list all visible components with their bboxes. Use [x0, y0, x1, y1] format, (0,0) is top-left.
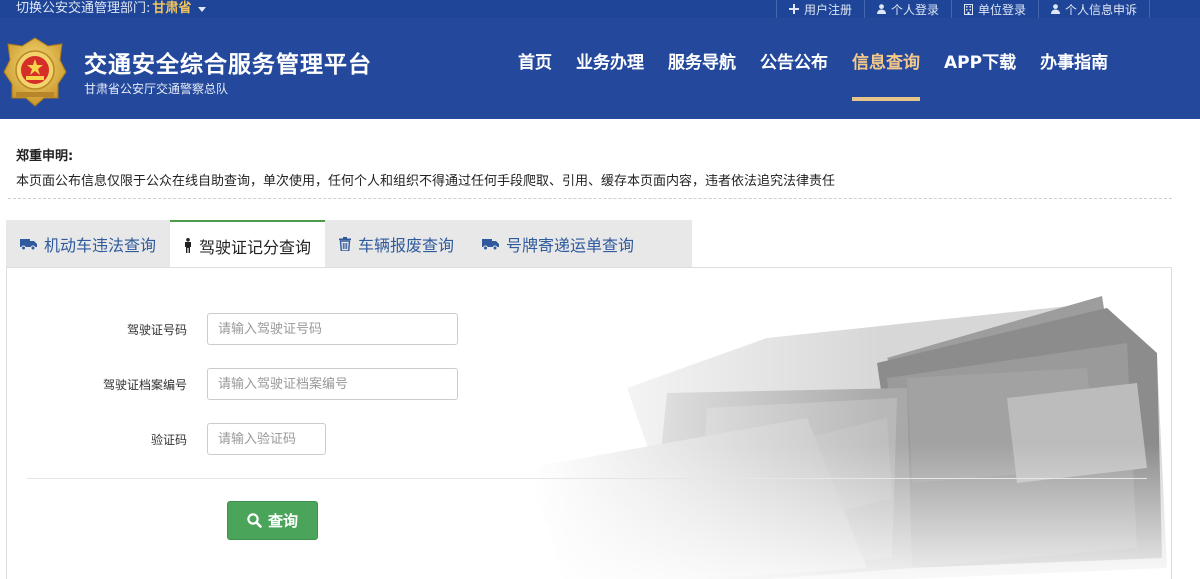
query-panel: 驾驶证号码 驾驶证档案编号 验证码 查询	[6, 267, 1172, 579]
trash-icon	[339, 237, 352, 251]
personal-appeal-link[interactable]: 个人信息申诉	[1037, 0, 1150, 18]
account-links: 用户注册 个人登录 单位登录 个人信息申诉	[775, 0, 1150, 18]
tab-vehicle-violation-label: 机动车违法查询	[44, 236, 157, 255]
archive-number-input[interactable]	[207, 368, 458, 400]
top-utility-bar: 切换公安交通管理部门: 甘肃省 用户注册 个人登录 单位登录 个人信息申诉	[0, 0, 1200, 18]
captcha-label: 验证码	[150, 432, 187, 447]
nav-app-download[interactable]: APP下载	[932, 44, 1028, 119]
personal-appeal-link-label: 个人信息申诉	[1064, 2, 1137, 17]
register-link[interactable]: 用户注册	[775, 0, 864, 18]
police-emblem-icon[interactable]	[2, 36, 68, 108]
tab-vehicle-violation[interactable]: 机动车违法查询	[6, 220, 170, 268]
license-number-row: 驾驶证号码	[7, 313, 458, 345]
personal-login-link[interactable]: 个人登录	[863, 0, 951, 18]
notice-text: 本页面公布信息仅限于公众在线自助查询，单次使用，任何个人和组织不得通过任何手段爬…	[16, 174, 836, 189]
user-icon	[1050, 4, 1060, 14]
captcha-row: 验证码	[7, 423, 326, 455]
truck-icon	[482, 239, 500, 250]
tab-license-points-label: 驾驶证记分查询	[199, 237, 312, 257]
region-switcher-label: 切换公安交通管理部门:	[16, 1, 151, 16]
plus-icon	[788, 4, 799, 14]
nav-business[interactable]: 业务办理	[564, 44, 656, 119]
tab-license-points[interactable]: 驾驶证记分查询	[170, 220, 326, 269]
building-icon	[963, 3, 973, 15]
search-icon	[247, 513, 262, 528]
organization-login-link[interactable]: 单位登录	[950, 0, 1038, 18]
license-number-input[interactable]	[207, 313, 458, 345]
legal-notice: 郑重申明: 本页面公布信息仅限于公众在线自助查询，单次使用，任何个人和组织不得通…	[16, 145, 1172, 189]
region-current-province[interactable]: 甘肃省	[152, 1, 191, 17]
nav-service-guide[interactable]: 服务导航	[656, 44, 748, 119]
tab-plate-delivery[interactable]: 号牌寄递运单查询	[468, 220, 648, 268]
license-number-label: 驾驶证号码	[126, 322, 187, 337]
region-switcher[interactable]: 切换公安交通管理部门: 甘肃省	[16, 0, 207, 18]
query-tabs: 机动车违法查询 驾驶证记分查询 车辆报废查询 号牌寄递运单查询	[6, 220, 692, 269]
archive-number-label: 驾驶证档案编号	[102, 377, 187, 392]
captcha-input[interactable]	[207, 423, 326, 455]
site-subtitle: 甘肃省公安厅交通警察总队	[84, 82, 229, 96]
nav-announcements[interactable]: 公告公布	[748, 44, 840, 119]
tab-plate-delivery-label: 号牌寄递运单查询	[506, 236, 635, 255]
tab-vehicle-scrap[interactable]: 车辆报废查询	[325, 220, 468, 268]
register-link-label: 用户注册	[803, 2, 852, 17]
user-icon	[876, 4, 886, 14]
truck-icon	[20, 239, 37, 250]
caret-down-icon[interactable]	[198, 6, 207, 12]
query-button-label: 查询	[267, 512, 298, 530]
form-divider	[27, 478, 1147, 479]
nav-home[interactable]: 首页	[506, 44, 564, 119]
site-title[interactable]: 交通安全综合服务管理平台	[84, 45, 372, 79]
main-nav: 首页 业务办理 服务导航 公告公布 信息查询 APP下载 办事指南	[506, 44, 1120, 119]
person-icon	[185, 238, 192, 253]
query-button[interactable]: 查询	[227, 501, 318, 540]
dashed-divider	[8, 198, 1172, 199]
personal-login-link-label: 个人登录	[890, 2, 939, 17]
nav-info-query[interactable]: 信息查询	[840, 44, 932, 119]
organization-login-link-label: 单位登录	[977, 2, 1026, 17]
notice-title: 郑重申明:	[16, 149, 74, 164]
tab-vehicle-scrap-label: 车辆报废查询	[358, 236, 455, 255]
nav-procedure-guide[interactable]: 办事指南	[1028, 44, 1120, 119]
site-header: 交通安全综合服务管理平台 甘肃省公安厅交通警察总队 首页 业务办理 服务导航 公…	[0, 18, 1200, 119]
archive-number-row: 驾驶证档案编号	[7, 368, 458, 400]
